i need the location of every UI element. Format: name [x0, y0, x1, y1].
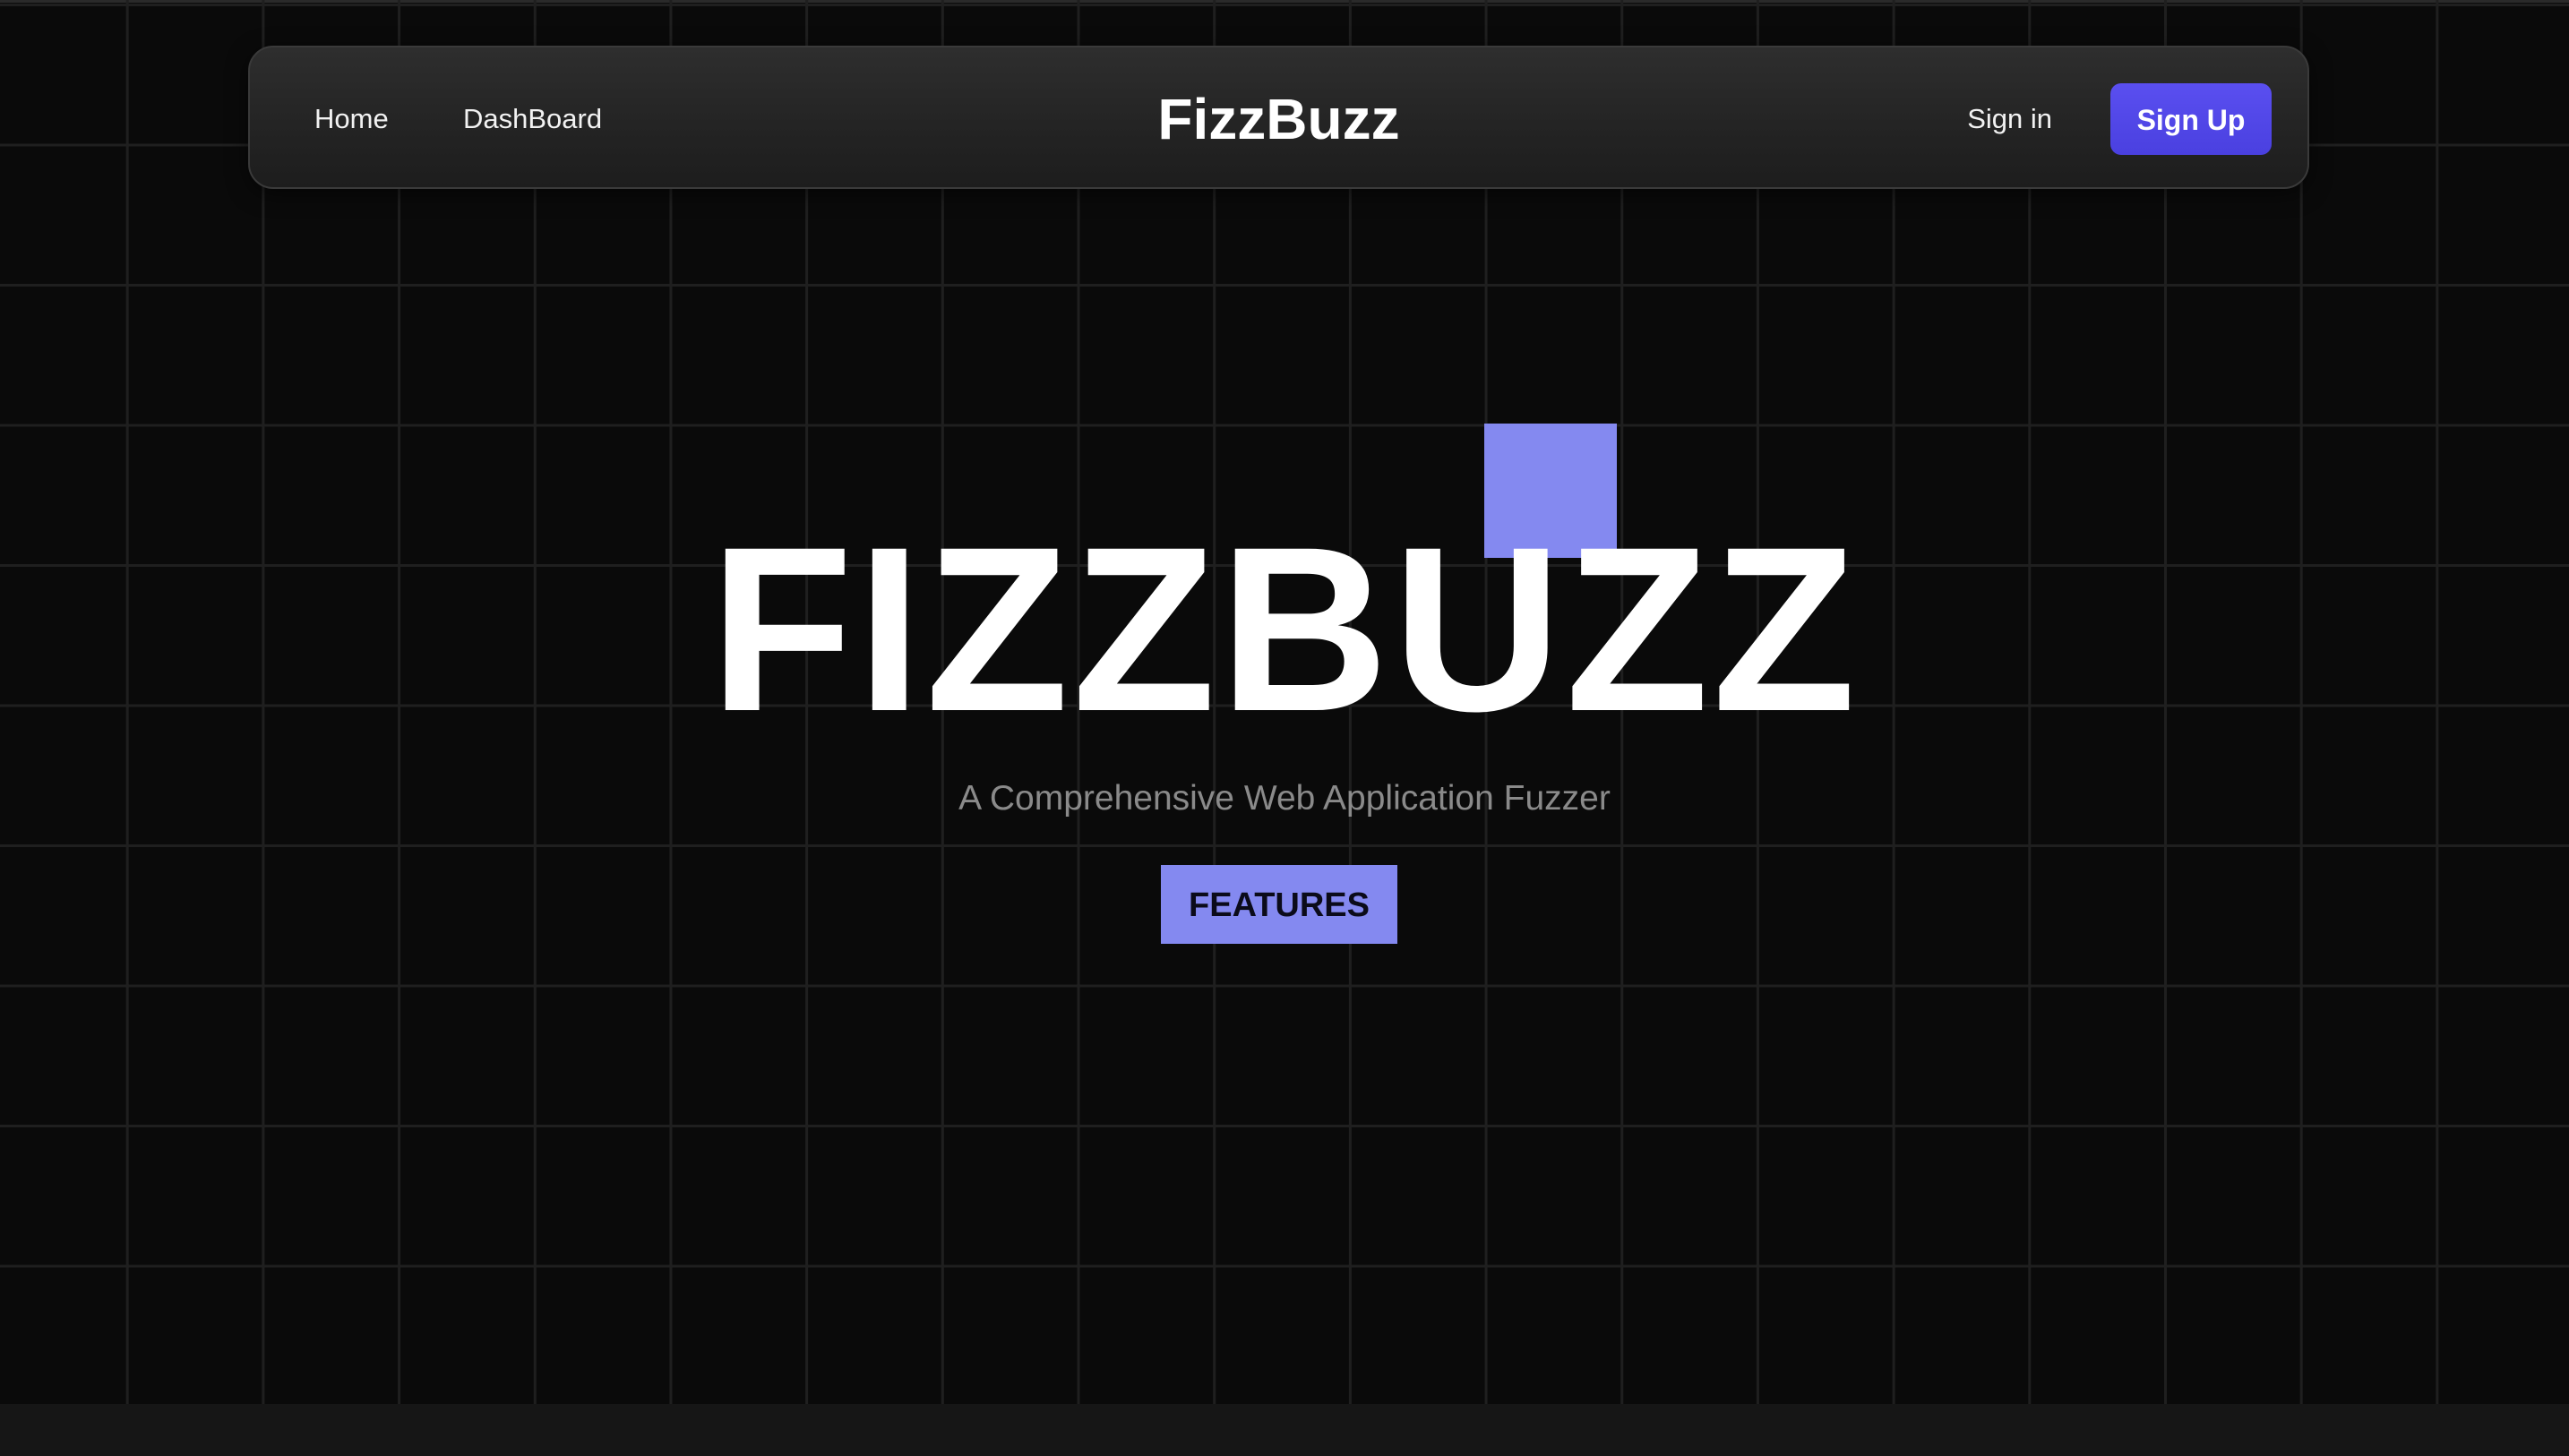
hero-title: FIZZBUZZ	[709, 498, 1860, 760]
nav-dashboard-link[interactable]: DashBoard	[463, 47, 602, 191]
sign-in-link[interactable]: Sign in	[1967, 47, 2052, 191]
hero-subtitle: A Comprehensive Web Application Fuzzer	[958, 779, 1611, 818]
features-button[interactable]: FEATURES	[1161, 865, 1397, 944]
landing-page: Home DashBoard FizzBuzz Sign in Sign Up …	[0, 0, 2569, 1456]
sign-up-button[interactable]: Sign Up	[2110, 83, 2272, 155]
bottom-band	[0, 1404, 2569, 1456]
navbar: Home DashBoard FizzBuzz Sign in Sign Up	[248, 46, 2309, 189]
nav-home-link[interactable]: Home	[314, 47, 389, 191]
